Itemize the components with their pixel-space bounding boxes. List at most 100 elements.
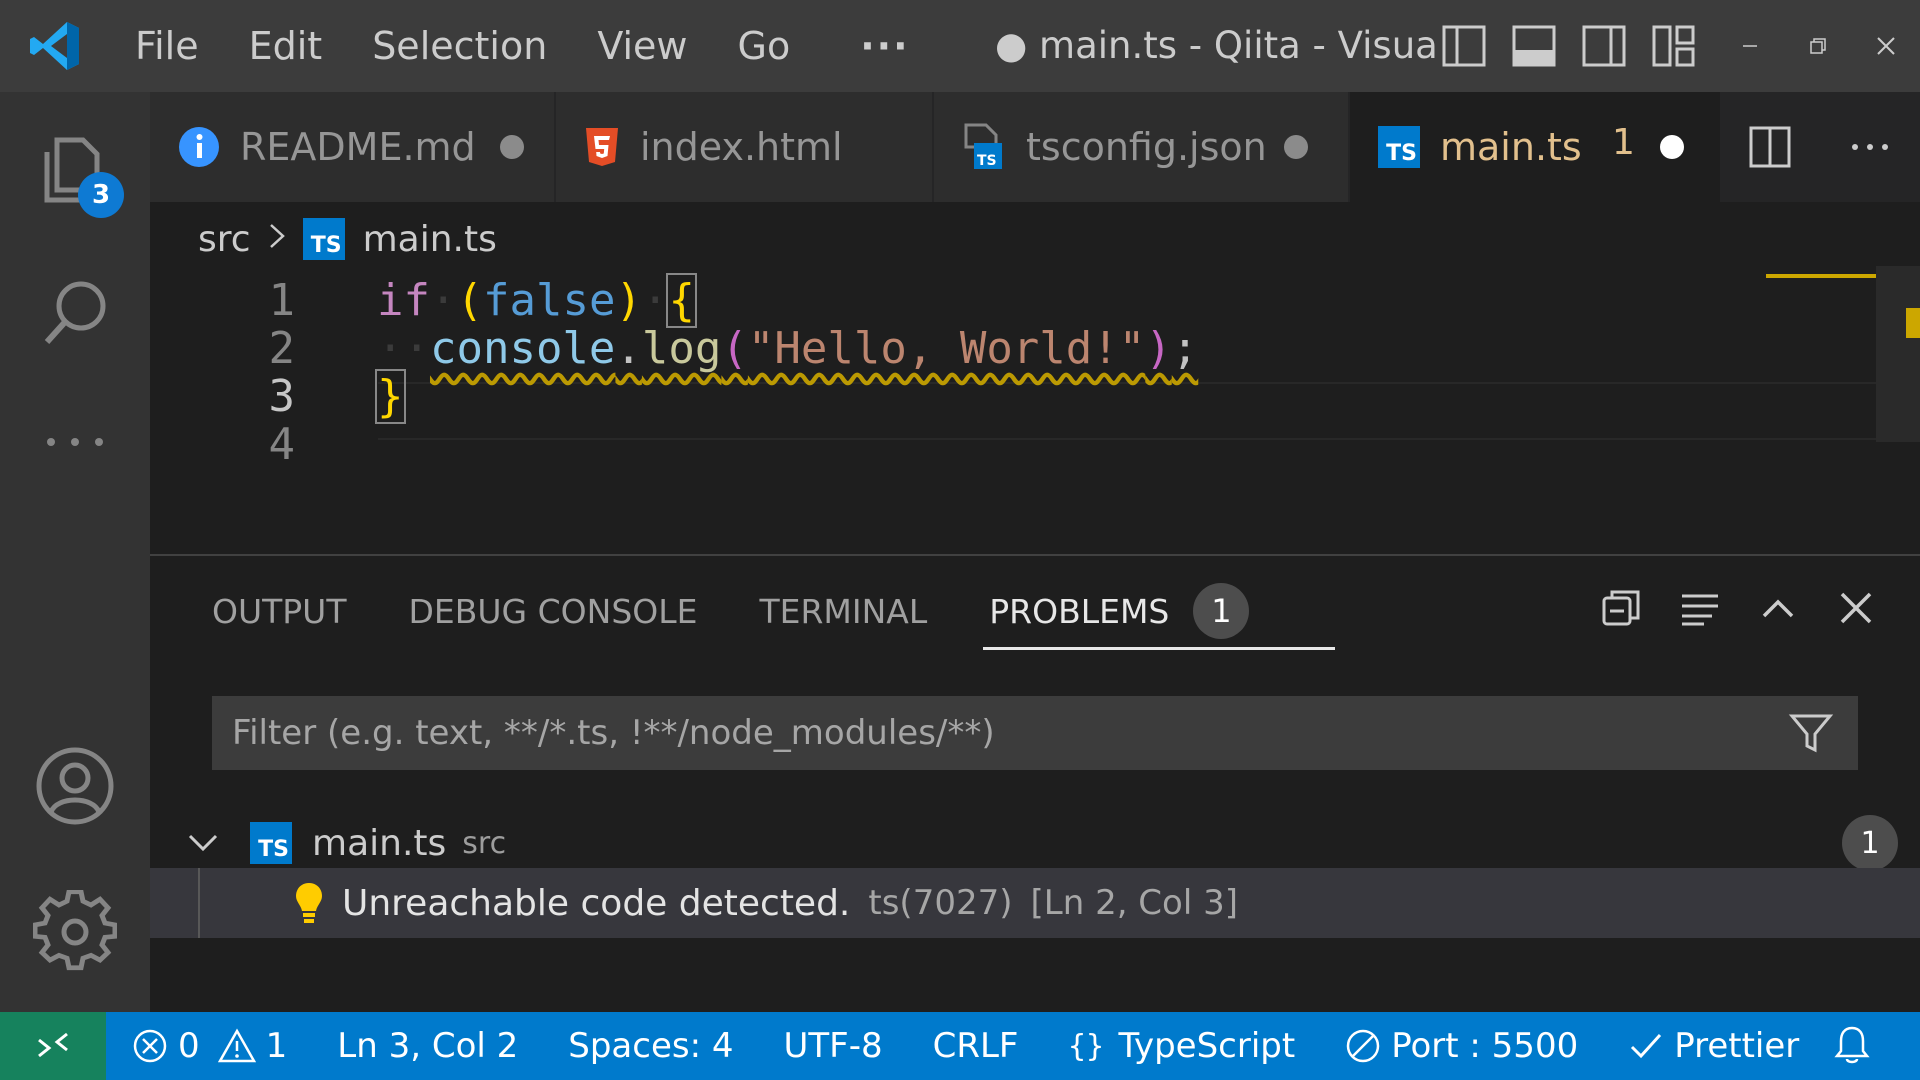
filter-placeholder: Filter (e.g. text, **/*.ts, !**/node_mod…: [232, 713, 995, 753]
breadcrumb-folder[interactable]: src: [198, 219, 251, 260]
language-label: TypeScript: [1118, 1026, 1296, 1066]
more-views-icon[interactable]: [0, 422, 150, 462]
remote-indicator[interactable]: [0, 1012, 106, 1080]
customize-layout-icon[interactable]: [1650, 22, 1698, 70]
problem-item[interactable]: Unreachable code detected. ts(7027) [Ln …: [150, 868, 1920, 938]
line-number: 4: [268, 419, 296, 470]
unsaved-dot-icon[interactable]: [500, 135, 524, 159]
info-icon: [179, 127, 219, 167]
tab-label: index.html: [640, 125, 843, 169]
problem-message: Unreachable code detected.: [342, 882, 851, 924]
overview-ruler[interactable]: [1876, 266, 1920, 442]
tab-label: main.ts: [1440, 125, 1582, 169]
indent-guide: [198, 868, 200, 938]
tsconfig-icon: TS: [964, 123, 1002, 169]
tab-output[interactable]: OUTPUT: [212, 556, 347, 666]
notifications-bell-icon[interactable]: [1832, 1024, 1872, 1075]
tab-index-html[interactable]: index.html: [556, 92, 934, 202]
chevron-down-icon[interactable]: [186, 826, 220, 860]
warning-icon: [217, 1028, 256, 1063]
minimize-button[interactable]: [1716, 0, 1784, 92]
chevron-right-icon: [267, 219, 287, 260]
tab-tsconfig[interactable]: TS tsconfig.json: [934, 92, 1350, 202]
language-mode[interactable]: {} TypeScript: [1068, 1026, 1295, 1066]
problems-count-badge: 1: [1193, 583, 1250, 639]
lightbulb-icon: [296, 883, 322, 923]
menu-bar: File Edit Selection View Go ···: [110, 0, 935, 92]
port-label: Port : 5500: [1391, 1026, 1579, 1066]
status-bar: 0 1 Ln 3, Col 2 Spaces: 4 UTF-8 CRLF {} …: [0, 1012, 1920, 1080]
close-button[interactable]: [1852, 0, 1920, 92]
tab-main-ts[interactable]: TS main.ts 1: [1350, 92, 1726, 202]
close-panel-icon[interactable]: [1832, 584, 1880, 632]
problems-status[interactable]: 0 1: [132, 1026, 287, 1066]
prettier-status[interactable]: Prettier: [1628, 1026, 1799, 1066]
tab-terminal[interactable]: TERMINAL: [759, 556, 927, 666]
menu-view[interactable]: View: [572, 0, 712, 92]
activity-bar: 3: [0, 92, 150, 1012]
menu-file[interactable]: File: [110, 0, 224, 92]
tab-problems-label: PROBLEMS: [989, 591, 1170, 631]
toggle-primary-sidebar-icon[interactable]: [1440, 22, 1488, 70]
block-icon: [1346, 1029, 1380, 1063]
vscode-logo-icon: [0, 0, 110, 92]
breadcrumb-file[interactable]: main.ts: [363, 219, 497, 260]
accounts-icon[interactable]: [0, 744, 150, 828]
panel-actions: [1598, 584, 1880, 632]
window-title: ● main.ts - Qiita - Visual ...: [995, 24, 1435, 67]
menu-selection[interactable]: Selection: [347, 0, 572, 92]
bottom-panel: OUTPUT DEBUG CONSOLE TERMINAL PROBLEMS 1…: [150, 554, 1920, 1012]
typescript-icon: TS: [250, 822, 292, 864]
tab-error-count: 1: [1612, 122, 1635, 163]
layout-controls: [1440, 22, 1698, 70]
toggle-secondary-sidebar-icon[interactable]: [1580, 22, 1628, 70]
problem-file-name: main.ts: [312, 822, 447, 864]
cursor-position[interactable]: Ln 3, Col 2: [337, 1026, 518, 1066]
collapse-all-icon[interactable]: [1598, 584, 1646, 632]
problem-position: [Ln 2, Col 3]: [1030, 883, 1239, 923]
editor-actions: [1720, 92, 1920, 202]
problem-file-dir: src: [462, 825, 507, 861]
problem-file-count: 1: [1842, 815, 1898, 871]
tab-label: tsconfig.json: [1026, 125, 1267, 169]
minimap[interactable]: [1766, 274, 1876, 278]
menu-go[interactable]: Go: [713, 0, 816, 92]
problems-file-row[interactable]: TS main.ts src 1: [150, 810, 1920, 876]
tab-label: README.md: [240, 125, 476, 169]
explorer-badge: 3: [78, 172, 124, 218]
toggle-panel-icon[interactable]: [1510, 22, 1558, 70]
maximize-panel-icon[interactable]: [1754, 584, 1802, 632]
menu-edit[interactable]: Edit: [224, 0, 348, 92]
settings-gear-icon[interactable]: [0, 890, 150, 974]
menu-more[interactable]: ···: [835, 0, 934, 92]
indentation[interactable]: Spaces: 4: [568, 1026, 733, 1066]
html5-icon: [586, 128, 618, 166]
tab-readme[interactable]: README.md: [150, 92, 556, 202]
filter-icon[interactable]: [1788, 710, 1834, 756]
tab-debug-console[interactable]: DEBUG CONSOLE: [409, 556, 698, 666]
check-icon: [1631, 1033, 1662, 1059]
code-editor[interactable]: 1 if·(false)·{ 2 ··console.log("Hello, W…: [150, 266, 1920, 554]
search-icon[interactable]: [0, 272, 150, 352]
live-server-port[interactable]: Port : 5500: [1345, 1026, 1578, 1066]
encoding[interactable]: UTF-8: [783, 1026, 882, 1066]
title-bar: File Edit Selection View Go ··· ● main.t…: [0, 0, 1920, 92]
split-editor-icon[interactable]: [1747, 124, 1793, 170]
svg-text:{}: {}: [1068, 1029, 1104, 1064]
braces-icon: {}: [1068, 1029, 1104, 1064]
error-count: 0: [178, 1026, 200, 1066]
warning-count: 1: [265, 1026, 288, 1066]
view-as-list-icon[interactable]: [1676, 584, 1724, 632]
restore-button[interactable]: [1784, 0, 1852, 92]
end-of-line[interactable]: CRLF: [933, 1026, 1019, 1066]
editor-tab-bar: README.md index.html TS tsconfig.json TS…: [150, 92, 1920, 202]
problem-code: ts(7027): [868, 883, 1013, 923]
problems-filter-input[interactable]: Filter (e.g. text, **/*.ts, !**/node_mod…: [212, 696, 1858, 770]
unsaved-dot-icon[interactable]: [1284, 135, 1308, 159]
tab-problems[interactable]: PROBLEMS 1: [983, 556, 1336, 666]
unsaved-dot-icon[interactable]: [1660, 135, 1684, 159]
svg-text:TS: TS: [977, 153, 997, 169]
prettier-label: Prettier: [1674, 1026, 1800, 1066]
explorer-icon[interactable]: [0, 128, 150, 208]
more-actions-icon[interactable]: [1847, 124, 1893, 170]
